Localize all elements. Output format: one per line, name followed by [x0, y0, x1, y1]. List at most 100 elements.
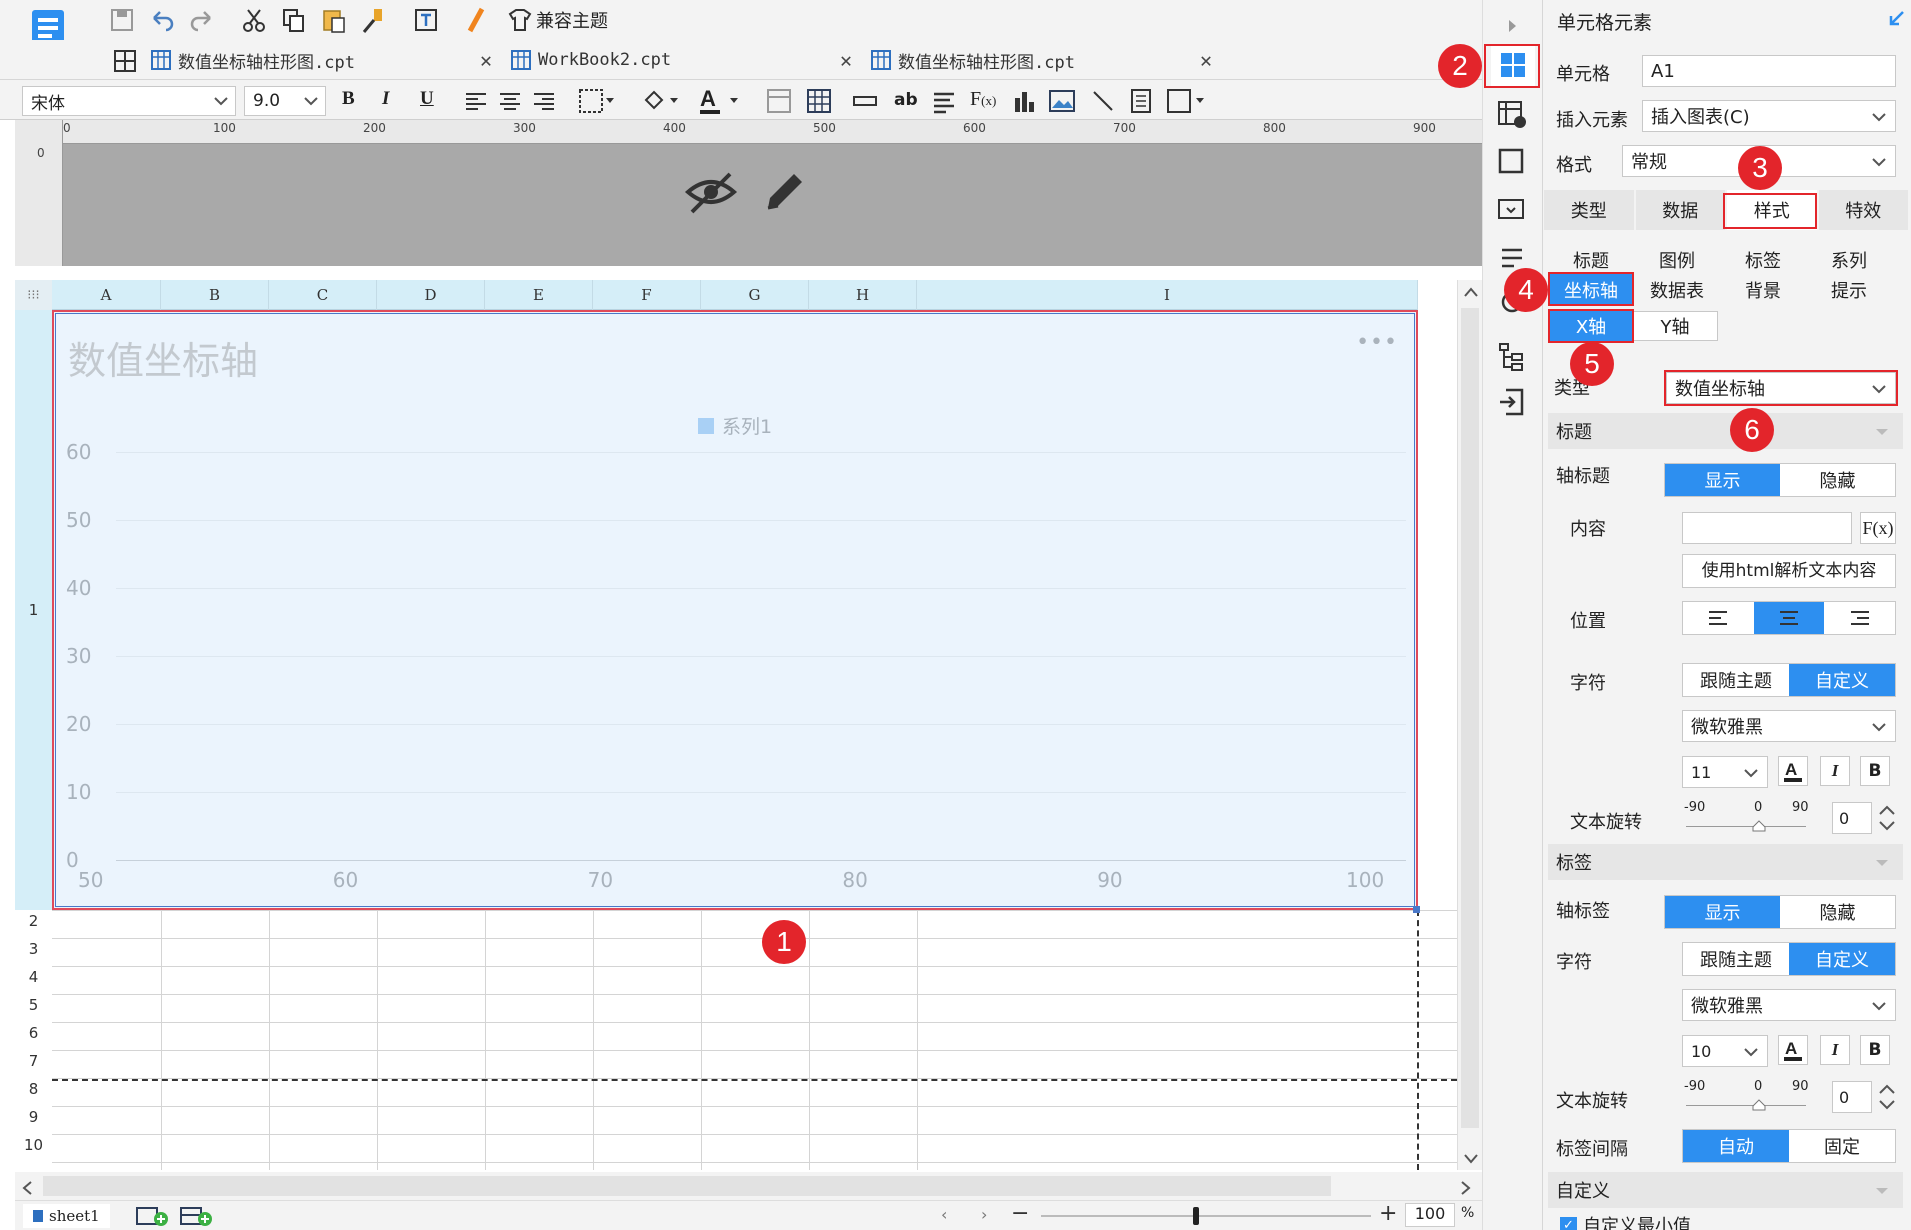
style-tab-legend[interactable]: 图例 — [1636, 244, 1718, 276]
italic-icon[interactable]: I — [382, 88, 389, 110]
slash-icon[interactable] — [1090, 88, 1116, 114]
title-section-header[interactable]: 标题 — [1548, 413, 1903, 449]
edit-header-icon[interactable] — [760, 166, 810, 216]
style-tab-label[interactable]: 标签 — [1722, 244, 1804, 276]
fill-color-icon[interactable] — [640, 88, 680, 114]
follow-theme-option[interactable]: 跟随主题 — [1683, 943, 1789, 975]
vertical-scrollbar[interactable] — [1457, 280, 1482, 1170]
align-right-option[interactable] — [1824, 602, 1895, 634]
undo-icon[interactable] — [148, 6, 176, 34]
label-bold-icon[interactable]: B — [1860, 1035, 1890, 1065]
font-size-select[interactable]: 9.0 — [244, 86, 326, 116]
scroll-down-icon[interactable] — [1463, 1152, 1479, 1164]
next-page-icon[interactable]: › — [981, 1205, 987, 1224]
axis-tab-y[interactable]: Y轴 — [1632, 311, 1718, 341]
align-center-option[interactable] — [1753, 602, 1825, 634]
cell-resize-handle[interactable] — [1413, 906, 1420, 913]
cut-icon[interactable] — [240, 6, 268, 34]
align-center-icon[interactable] — [498, 90, 522, 114]
close-icon[interactable]: ✕ — [1200, 48, 1212, 72]
formula-icon[interactable]: F(x) — [970, 88, 996, 111]
checkbox-checked-icon[interactable]: ✓ — [1560, 1216, 1577, 1230]
zoom-value[interactable]: 100 — [1405, 1203, 1455, 1227]
theme-button-label[interactable]: 兼容主题 — [536, 7, 608, 33]
column-header-i[interactable]: I — [917, 280, 1418, 310]
zoom-in-icon[interactable]: + — [1379, 1201, 1397, 1226]
scroll-thumb[interactable] — [1461, 308, 1479, 1128]
slider-thumb[interactable] — [1752, 820, 1766, 832]
text-field-icon[interactable] — [852, 88, 878, 114]
formula-button[interactable]: F(x) — [1860, 512, 1896, 544]
custom-option[interactable]: 自定义 — [1789, 943, 1895, 975]
merge-cells-icon[interactable] — [766, 88, 792, 114]
redo-icon[interactable] — [188, 6, 216, 34]
align-left-option[interactable] — [1683, 602, 1754, 634]
tab-file-1[interactable]: 数值坐标轴柱形图.cpt ✕ — [150, 40, 500, 80]
title-font-size-select[interactable]: 11 — [1682, 756, 1768, 788]
label-section-header[interactable]: 标签 — [1548, 844, 1903, 880]
title-rotate-stepper[interactable] — [1874, 802, 1900, 834]
cell-attribute-icon[interactable] — [1496, 98, 1528, 130]
row-header-1[interactable]: 1 — [15, 310, 52, 910]
row-header-8[interactable]: 8 — [15, 1080, 52, 1098]
sheet-tab[interactable]: sheet1 — [23, 1204, 110, 1228]
scroll-thumb[interactable] — [43, 1176, 1331, 1196]
scroll-right-icon[interactable] — [1460, 1180, 1472, 1196]
column-header-g[interactable]: G — [701, 280, 809, 310]
title-italic-icon[interactable]: I — [1820, 756, 1850, 786]
format-painter-icon[interactable] — [360, 6, 388, 34]
frame-icon[interactable] — [1166, 88, 1206, 114]
paste-icon[interactable] — [320, 6, 348, 34]
tab-type[interactable]: 类型 — [1544, 190, 1636, 230]
row-header-5[interactable]: 5 — [15, 996, 52, 1014]
auto-option[interactable]: 自动 — [1683, 1130, 1789, 1162]
insert-element-select[interactable]: 插入图表(C) — [1642, 100, 1896, 132]
row-header-6[interactable]: 6 — [15, 1024, 52, 1042]
paragraph-icon[interactable] — [932, 90, 956, 114]
custom-option[interactable]: 自定义 — [1789, 664, 1895, 696]
slider-thumb[interactable] — [1752, 1099, 1766, 1111]
show-option[interactable]: 显示 — [1665, 464, 1780, 496]
zoom-slider-thumb[interactable] — [1193, 1207, 1199, 1225]
column-header-a[interactable]: A — [52, 280, 161, 310]
column-header-b[interactable]: B — [161, 280, 269, 310]
title-font-color-icon[interactable]: A — [1778, 756, 1808, 786]
custom-min-checkbox-row[interactable]: ✓ 自定义最小值 — [1560, 1212, 1691, 1230]
close-icon[interactable]: ✕ — [840, 48, 852, 72]
row-header-2[interactable]: 2 — [15, 912, 52, 930]
content-input[interactable] — [1682, 512, 1852, 544]
row-header-10[interactable]: 10 — [15, 1136, 52, 1154]
table-icon[interactable] — [806, 88, 832, 114]
border-icon[interactable] — [578, 88, 616, 114]
close-icon[interactable]: ✕ — [480, 48, 492, 72]
add-sheet-icon[interactable] — [135, 1205, 169, 1227]
widget-settings-icon[interactable] — [1496, 194, 1528, 226]
sub-report-icon[interactable] — [1128, 88, 1154, 114]
row-header-9[interactable]: 9 — [15, 1108, 52, 1126]
column-header-d[interactable]: D — [377, 280, 485, 310]
scroll-up-icon[interactable] — [1463, 286, 1479, 298]
label-rotate-slider[interactable]: -90 0 90 — [1682, 1079, 1809, 1115]
collapse-arrow-icon[interactable] — [1887, 10, 1905, 28]
image-icon[interactable] — [1048, 88, 1076, 114]
style-tab-tooltip[interactable]: 提示 — [1808, 274, 1890, 306]
tab-effects[interactable]: 特效 — [1819, 190, 1910, 230]
add-dashboard-icon[interactable] — [179, 1205, 213, 1227]
chart-more-icon[interactable]: ••• — [1356, 330, 1398, 355]
horizontal-scrollbar[interactable] — [15, 1172, 1482, 1200]
cell-input[interactable]: A1 — [1642, 55, 1896, 87]
title-font-select[interactable]: 微软雅黑 — [1682, 710, 1896, 742]
fixed-option[interactable]: 固定 — [1789, 1130, 1895, 1162]
label-font-size-select[interactable]: 10 — [1682, 1035, 1768, 1067]
show-option[interactable]: 显示 — [1665, 896, 1780, 928]
bold-icon[interactable]: B — [342, 88, 355, 110]
style-tab-series[interactable]: 系列 — [1808, 244, 1890, 276]
text-box-icon[interactable] — [412, 6, 440, 34]
chart-cell-a1[interactable]: 数值坐标轴 ••• 系列1 60 50 40 30 20 10 0 50 60 70 80 90 100 — [52, 310, 1418, 910]
prev-page-icon[interactable]: ‹ — [941, 1205, 947, 1224]
tab-data[interactable]: 数据 — [1636, 190, 1727, 230]
bar-chart-icon[interactable] — [1012, 88, 1038, 114]
zoom-out-icon[interactable]: − — [1011, 1201, 1029, 1226]
float-element-icon[interactable] — [1496, 146, 1528, 178]
column-header-f[interactable]: F — [593, 280, 701, 310]
